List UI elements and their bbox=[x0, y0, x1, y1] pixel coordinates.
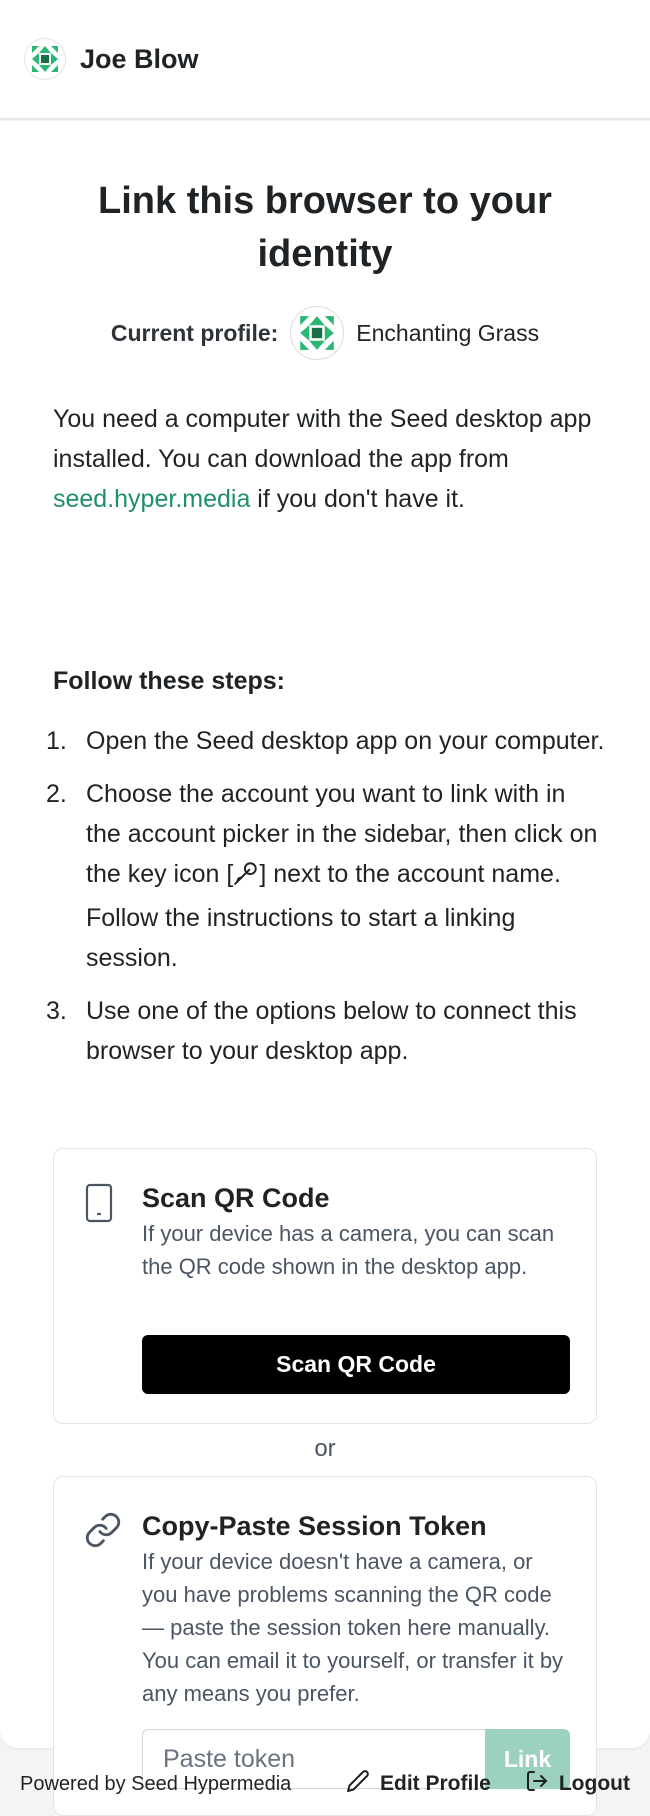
intro-text-start: You need a computer with the Seed deskto… bbox=[53, 405, 592, 473]
scan-qr-description: If your device has a camera, you can sca… bbox=[142, 1221, 555, 1279]
scan-qr-button[interactable]: Scan QR Code bbox=[142, 1335, 570, 1394]
link-icon bbox=[84, 1511, 122, 1554]
step-text: Choose the account you want to link with… bbox=[86, 774, 606, 978]
profile-name: Enchanting Grass bbox=[356, 319, 540, 346]
intro-text: You need a computer with the Seed deskto… bbox=[53, 399, 613, 519]
pencil-icon bbox=[346, 1769, 380, 1799]
step-text: Open the Seed desktop app on your comput… bbox=[86, 727, 605, 755]
session-token-description: If your device doesn't have a camera, or… bbox=[142, 1549, 564, 1706]
step-number: 2. bbox=[46, 780, 67, 808]
logout-label: Logout bbox=[558, 1772, 630, 1795]
step-item: 3. Use one of the options below to conne… bbox=[46, 991, 606, 1071]
profile-avatar-icon bbox=[290, 306, 345, 360]
powered-by-link[interactable]: Powered by Seed Hypermedia bbox=[20, 1773, 291, 1796]
steps-list: 1. Open the Seed desktop app on your com… bbox=[46, 721, 606, 1084]
download-link[interactable]: seed.hyper.media bbox=[53, 485, 250, 513]
step-number: 3. bbox=[46, 997, 67, 1025]
or-divider: or bbox=[314, 1435, 336, 1462]
site-header: Joe Blow bbox=[0, 0, 650, 120]
logout-icon bbox=[525, 1769, 559, 1799]
profile-label: Current profile: bbox=[110, 319, 279, 346]
current-profile: Current profile: Enchanting Grass bbox=[0, 304, 650, 362]
footer: Powered by Seed Hypermedia Edit Profile … bbox=[0, 1762, 650, 1806]
logout-button[interactable]: Logout bbox=[525, 1769, 630, 1799]
phone-icon bbox=[84, 1183, 114, 1228]
edit-profile-button[interactable]: Edit Profile bbox=[346, 1769, 491, 1799]
session-token-title: Copy-Paste Session Token bbox=[142, 1511, 487, 1541]
site-name[interactable]: Joe Blow bbox=[80, 44, 199, 75]
key-icon bbox=[233, 858, 259, 898]
intro-text-end: if you don't have it. bbox=[250, 485, 465, 513]
scan-qr-option: Scan QR Code If your device has a camera… bbox=[53, 1148, 597, 1424]
steps-heading: Follow these steps: bbox=[53, 667, 285, 695]
site-avatar-icon[interactable] bbox=[24, 38, 66, 80]
scan-qr-title: Scan QR Code bbox=[142, 1183, 330, 1213]
page-title: Link this browser to your identity bbox=[98, 180, 552, 275]
footer-actions: Edit Profile Logout bbox=[312, 1769, 630, 1799]
step-item: 1. Open the Seed desktop app on your com… bbox=[46, 721, 606, 761]
step-text: Use one of the options below to connect … bbox=[86, 997, 577, 1065]
link-identity-card: Link this browser to your identity Curre… bbox=[0, 121, 650, 1816]
step-item: 2. Choose the account you want to link w… bbox=[46, 774, 606, 978]
step-number: 1. bbox=[46, 727, 67, 755]
edit-profile-label: Edit Profile bbox=[380, 1772, 491, 1795]
